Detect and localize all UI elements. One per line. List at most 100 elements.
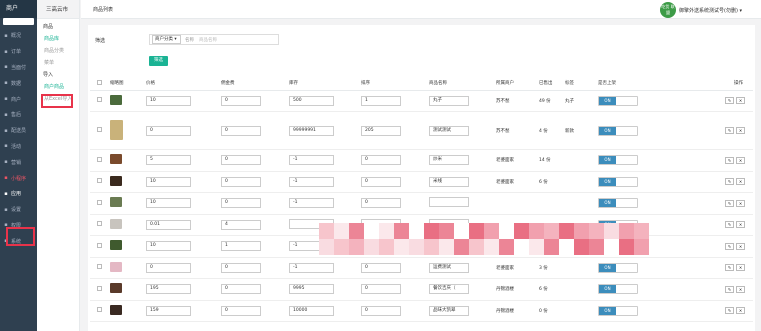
row-checkbox-cell[interactable] <box>90 235 110 258</box>
edit-icon[interactable]: ✎ <box>725 264 734 272</box>
price-input[interactable]: 10 <box>146 95 191 106</box>
row-checkbox[interactable] <box>97 307 102 313</box>
commission-input[interactable]: 0 <box>221 305 261 316</box>
delete-icon[interactable]: ✕ <box>736 307 745 315</box>
select-all-checkbox[interactable] <box>97 79 102 85</box>
merchant-category-select[interactable]: 商户分类 ▾ <box>152 35 181 44</box>
price-input[interactable]: 0 <box>146 125 191 136</box>
goods-name-field[interactable]: 运费测试 <box>429 262 469 273</box>
row-checkbox-cell[interactable] <box>90 278 110 301</box>
delete-icon[interactable]: ✕ <box>736 264 745 272</box>
delete-icon[interactable]: ✕ <box>736 178 745 186</box>
delete-icon[interactable]: ✕ <box>736 127 745 134</box>
row-checkbox-cell[interactable] <box>90 171 110 193</box>
price-input[interactable]: 159 <box>146 305 191 316</box>
on-sale-toggle[interactable]: ON <box>598 262 638 273</box>
goods-name-field[interactable]: 餐饮吉庆（ <box>429 284 469 295</box>
delete-icon[interactable]: ✕ <box>736 97 745 105</box>
price-input[interactable]: 0 <box>146 262 191 273</box>
price-input[interactable]: 0.01 <box>146 219 191 230</box>
goods-name-field[interactable] <box>429 197 469 208</box>
delete-icon[interactable]: ✕ <box>736 285 745 293</box>
edit-icon[interactable]: ✎ <box>725 178 734 186</box>
row-checkbox[interactable] <box>97 242 102 248</box>
edit-icon[interactable]: ✎ <box>725 285 734 293</box>
row-checkbox[interactable] <box>97 285 102 291</box>
edit-icon[interactable]: ✎ <box>725 307 734 315</box>
goods-name-field[interactable]: 米线 <box>429 176 469 187</box>
stock-input[interactable]: -1 <box>289 198 334 209</box>
stock-input[interactable]: 99999991 <box>289 125 334 136</box>
on-sale-toggle[interactable]: ON <box>598 198 638 209</box>
price-input[interactable]: 10 <box>146 241 191 252</box>
sort-input[interactable]: 0 <box>361 305 401 316</box>
sort-input[interactable]: 0 <box>361 176 401 187</box>
sidebar-item-9[interactable]: ▪ 小程序 <box>0 170 37 186</box>
on-sale-toggle[interactable]: ON <box>598 125 638 136</box>
edit-icon[interactable]: ✎ <box>725 127 734 134</box>
sidebar-item-11[interactable]: ▪ 设置 <box>0 202 37 218</box>
sidebar-item-10[interactable]: ▪ 应用 <box>0 186 37 202</box>
goods-name-field[interactable]: 测试测试 <box>429 125 469 136</box>
goods-name-input[interactable]: 商品名称 <box>199 37 217 43</box>
user-name[interactable]: 御擎外送系统测试号(勿删) ▾ <box>679 7 742 14</box>
commission-input[interactable]: 0 <box>221 95 261 106</box>
sidebar-item-8[interactable]: ▪ 营销 <box>0 154 37 170</box>
sidebar-item-4[interactable]: ▪ 商户 <box>0 91 37 107</box>
commission-input[interactable]: 0 <box>221 198 261 209</box>
delete-icon[interactable]: ✕ <box>736 156 745 164</box>
subnav-link-merchant-goods[interactable]: 商户商品 <box>37 78 79 90</box>
on-sale-toggle[interactable]: ON <box>598 176 638 187</box>
sidebar-item-2[interactable]: ▪ 当面付 <box>0 60 37 76</box>
row-checkbox-cell[interactable] <box>90 149 110 172</box>
goods-name-field[interactable]: 品味大凯翠 <box>429 305 469 316</box>
sort-input[interactable]: 205 <box>361 125 401 136</box>
sidebar-item-7[interactable]: ▪ 活动 <box>0 139 37 155</box>
row-checkbox-cell[interactable] <box>90 257 110 279</box>
row-checkbox[interactable] <box>97 127 102 132</box>
on-sale-toggle[interactable]: ON <box>598 155 638 166</box>
price-input[interactable]: 10 <box>146 176 191 187</box>
commission-input[interactable]: 4 <box>221 219 261 230</box>
row-checkbox[interactable] <box>97 199 102 205</box>
on-sale-toggle[interactable]: ON <box>598 95 638 106</box>
subnav-link-goods-lib[interactable]: 商品库 <box>37 30 79 42</box>
on-sale-toggle[interactable]: ON <box>598 305 638 316</box>
edit-icon[interactable]: ✎ <box>725 156 734 164</box>
price-input[interactable]: 10 <box>146 198 191 209</box>
commission-input[interactable]: 0 <box>221 176 261 187</box>
goods-name-field[interactable]: 丸子 <box>429 95 469 106</box>
row-checkbox-cell[interactable] <box>90 192 110 215</box>
row-checkbox[interactable] <box>97 178 102 184</box>
row-checkbox[interactable] <box>97 221 102 227</box>
row-checkbox[interactable] <box>97 97 102 103</box>
commission-input[interactable]: 0 <box>221 284 261 295</box>
avatar[interactable]: 吃货 联盟 <box>660 2 676 18</box>
commission-input[interactable]: 0 <box>221 125 261 136</box>
row-checkbox-cell[interactable] <box>90 300 110 322</box>
stock-input[interactable]: -1 <box>289 176 334 187</box>
commission-input[interactable]: 0 <box>221 155 261 166</box>
sidebar-item-3[interactable]: ▪ 数据 <box>0 75 37 91</box>
sidebar-item-5[interactable]: ▪ 售后 <box>0 107 37 123</box>
sort-input[interactable]: 0 <box>361 262 401 273</box>
stock-input[interactable]: 500 <box>289 95 334 106</box>
row-checkbox-cell[interactable] <box>90 90 110 112</box>
price-input[interactable]: 195 <box>146 284 191 295</box>
sort-input[interactable]: 0 <box>361 284 401 295</box>
on-sale-toggle[interactable]: ON <box>598 284 638 295</box>
sidebar-item-6[interactable]: ▪ 配送员 <box>0 123 37 139</box>
edit-icon[interactable]: ✎ <box>725 97 734 105</box>
commission-input[interactable]: 1 <box>221 241 261 252</box>
row-checkbox-cell[interactable] <box>90 214 110 236</box>
header-checkbox[interactable] <box>90 77 110 91</box>
sort-input[interactable]: 0 <box>361 198 401 209</box>
stock-input[interactable]: -1 <box>289 155 334 166</box>
filter-button[interactable]: 筛选 <box>149 56 168 66</box>
commission-input[interactable]: 0 <box>221 262 261 273</box>
stock-input[interactable]: 9995 <box>289 284 334 295</box>
sidebar-item-0[interactable]: ▪ 概况 <box>0 28 37 44</box>
price-input[interactable]: 5 <box>146 155 191 166</box>
row-checkbox[interactable] <box>97 264 102 270</box>
stock-input[interactable]: 10000 <box>289 305 334 316</box>
